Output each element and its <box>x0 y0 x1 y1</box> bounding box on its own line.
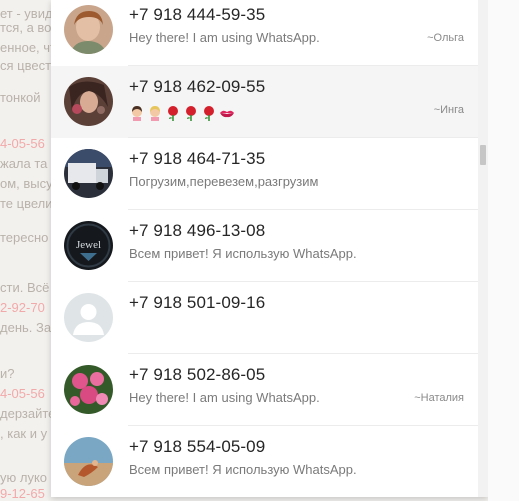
rose-emoji <box>186 106 196 121</box>
contact-status: Hey there! I am using WhatsApp. <box>129 390 320 405</box>
background-message-fragment: и? <box>0 366 15 381</box>
background-timestamp: 2-92-70 <box>0 300 45 315</box>
photo-avatar-flowers <box>64 365 113 414</box>
background-message-fragment: ом, высу <box>0 176 52 191</box>
contact-status: Всем привет! Я использую WhatsApp. <box>129 246 357 261</box>
right-gutter <box>488 0 519 501</box>
contact-pushname: ~Инга <box>433 104 464 116</box>
scrollbar-thumb[interactable] <box>480 145 486 165</box>
contact-phone: +7 918 501-09-16 <box>129 293 266 312</box>
rose-emoji <box>204 106 214 121</box>
contact-item[interactable]: +7 918 502-86-05 Hey there! I am using W… <box>51 354 478 426</box>
contact-list-dropdown: +7 918 444-59-35 Hey there! I am using W… <box>51 0 488 497</box>
contact-phone: +7 918 496-13-08 <box>129 221 266 240</box>
contact-phone: +7 918 462-09-55 <box>129 77 266 96</box>
background-message-fragment: енное, чт <box>0 40 52 55</box>
background-message-fragment: , как и у <box>0 426 48 441</box>
status-emojis <box>129 105 235 123</box>
background-message-fragment: тересно <box>0 230 49 245</box>
contact-item[interactable]: Jewel +7 918 496-13-08 Всем привет! Я ис… <box>51 210 478 282</box>
contact-status: Погрузим,перевезем,разгрузим <box>129 174 319 189</box>
background-message-fragment: ет - увид <box>0 6 52 21</box>
background-message-fragment: тонкой <box>0 90 41 105</box>
contact-phone: +7 918 444-59-35 <box>129 5 266 24</box>
background-timestamp: 4-05-56 <box>0 136 45 151</box>
photo-avatar-girl <box>64 77 113 126</box>
contact-item[interactable]: +7 918 554-05-09 Всем привет! Я использу… <box>51 426 478 497</box>
contact-phone: +7 918 502-86-05 <box>129 365 266 384</box>
photo-avatar-truck <box>64 149 113 198</box>
rose-emoji <box>168 106 178 121</box>
contact-item[interactable]: +7 918 444-59-35 Hey there! I am using W… <box>51 0 478 66</box>
background-timestamp: 9-12-65 <box>0 486 45 501</box>
background-message-fragment: день. За <box>0 320 52 335</box>
background-message-fragment: дерзайте <box>0 406 52 421</box>
contact-phone: +7 918 554-05-09 <box>129 437 266 456</box>
contact-phone: +7 918 464-71-35 <box>129 149 266 168</box>
background-message-fragment: тся, а во <box>0 20 52 35</box>
photo-avatar-beach <box>64 437 113 486</box>
background-message-fragment: сти. Всё <box>0 280 50 295</box>
jewel-logo-avatar: Jewel <box>64 221 113 270</box>
background-message-fragment: ую луко <box>0 470 48 485</box>
contact-item[interactable]: +7 918 501-09-16 <box>51 282 478 354</box>
contact-pushname: ~Наталия <box>414 392 464 404</box>
contact-pushname: ~Ольга <box>427 32 464 44</box>
scrollbar-track[interactable] <box>478 0 488 497</box>
background-message-fragment: ся цвест <box>0 58 52 73</box>
background-message-fragment: те цвели <box>0 196 52 211</box>
woman-emoji <box>150 106 160 121</box>
photo-avatar-woman <box>64 5 113 54</box>
background-timestamp: 4-05-56 <box>0 386 45 401</box>
kiss-mark-emoji <box>220 110 234 118</box>
background-message-fragment: жала та <box>0 156 48 171</box>
contact-item-selected[interactable]: +7 918 462-09-55 ~Инга <box>51 66 478 138</box>
contact-item[interactable]: +7 918 464-71-35 Погрузим,перевезем,разг… <box>51 138 478 210</box>
contact-status: Hey there! I am using WhatsApp. <box>129 30 320 45</box>
contact-status: Всем привет! Я использую WhatsApp. <box>129 462 357 477</box>
jewel-logo-text: Jewel <box>76 239 101 251</box>
default-avatar-icon <box>64 293 113 342</box>
woman-emoji <box>132 106 142 121</box>
